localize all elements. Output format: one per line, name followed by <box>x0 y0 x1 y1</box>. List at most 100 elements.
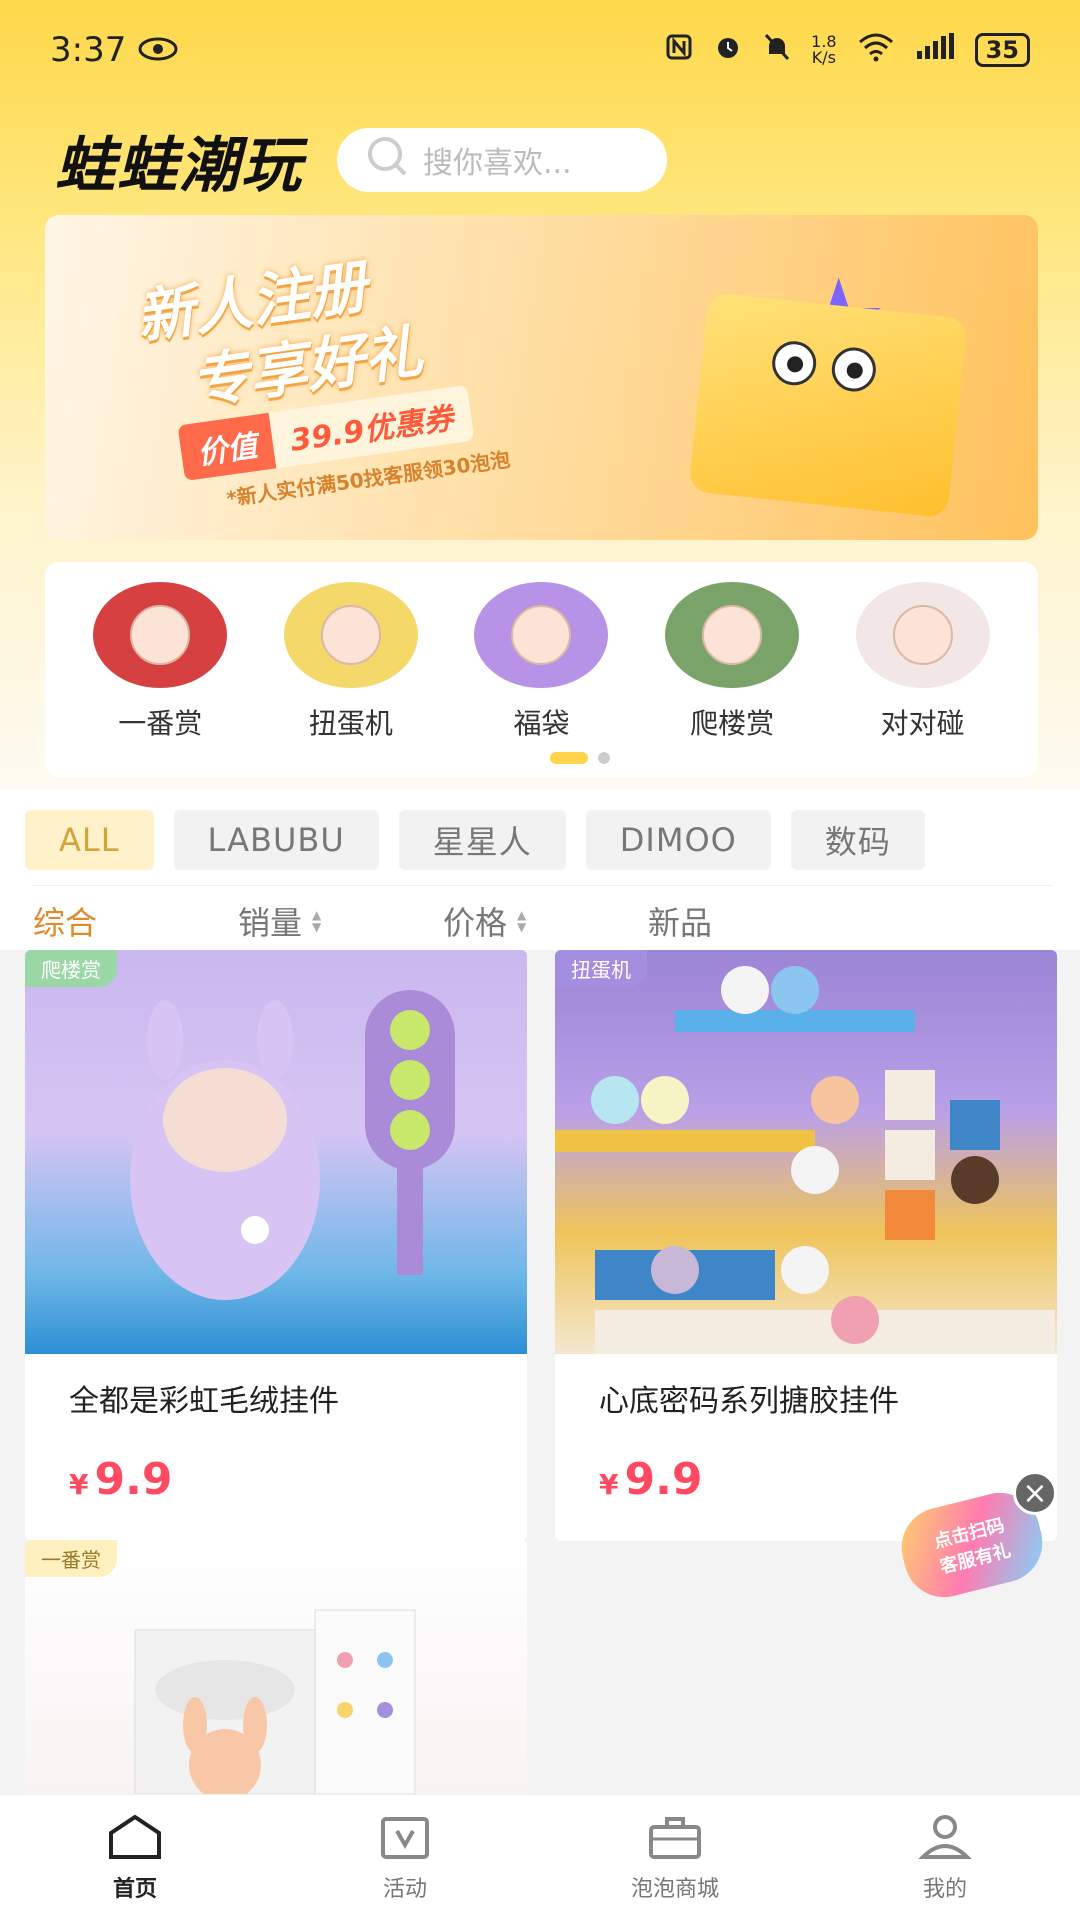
product-image: 一番赏 <box>25 1540 527 1794</box>
category-item[interactable]: 福袋 <box>461 582 621 742</box>
box-eye-left <box>770 339 819 388</box>
product-tag: 一番赏 <box>25 1540 117 1577</box>
calendar-icon <box>375 1813 435 1865</box>
sort-price[interactable]: 价格 ▲ ▼ <box>443 898 648 944</box>
filter-tag-row: ALL LABUBU 星星人 DIMOO 数码 <box>25 810 925 870</box>
status-bar: 3:37 1.8 K/s 35 <box>0 0 1080 100</box>
price-amount: 9.9 <box>94 1454 173 1505</box>
signal-icon <box>915 33 955 67</box>
mute-bell-icon <box>763 32 791 68</box>
figures-illustration <box>555 966 1055 1354</box>
category-item[interactable]: 对对碰 <box>843 582 1003 742</box>
sort-label: 价格 <box>443 904 508 942</box>
filter-tag-star[interactable]: 星星人 <box>398 810 566 870</box>
nav-label: 泡泡商城 <box>630 1876 719 1902</box>
coupon-label: 价值 <box>177 412 277 482</box>
filter-area: ALL LABUBU 星星人 DIMOO 数码 综合 销量 ▲ ▼ 价格 ▲ ▼ 新… <box>0 790 1080 950</box>
filter-tag-all[interactable]: ALL <box>25 810 154 870</box>
product-image: 爬楼赏 <box>25 950 527 1354</box>
category-item[interactable]: 爬楼赏 <box>652 582 812 742</box>
pager-dots <box>550 752 610 764</box>
category-label: 一番赏 <box>118 707 203 740</box>
nav-home[interactable]: 首页 <box>35 1813 235 1903</box>
nav-mall[interactable]: 泡泡商城 <box>575 1813 775 1903</box>
category-item[interactable]: 扭蛋机 <box>271 582 431 742</box>
network-speed-unit: K/s <box>811 48 836 67</box>
figure-face <box>511 605 572 665</box>
toy-box-illustration <box>134 1609 416 1794</box>
app-title: 蛙蛙潮玩 <box>55 130 303 201</box>
sort-sales[interactable]: 销量 ▲ ▼ <box>238 898 443 944</box>
figure-face <box>130 605 191 665</box>
battery-indicator: 35 <box>974 33 1030 67</box>
alarm-icon <box>713 32 743 68</box>
sort-comprehensive[interactable]: 综合 <box>33 898 238 944</box>
sort-row: 综合 销量 ▲ ▼ 价格 ▲ ▼ 新品 <box>33 885 1053 944</box>
category-avatar <box>474 582 609 688</box>
price-amount: 9.9 <box>624 1454 703 1505</box>
sort-label: 综合 <box>33 904 98 942</box>
category-card: 一番赏 扭蛋机 福袋 爬楼赏 对对碰 <box>45 562 1038 777</box>
category-item[interactable]: 一番赏 <box>80 582 240 742</box>
promo-banner[interactable]: 新人注册 专享好礼 价值 39.9优惠券 *新人实付满50找客服领30泡泡 ★ <box>45 215 1038 540</box>
product-name: 全都是彩虹毛绒挂件 <box>69 1384 339 1419</box>
pager-dot-active <box>550 752 588 764</box>
filter-tag-labubu[interactable]: LABUBU <box>173 810 379 870</box>
product-price: ¥ 9.9 <box>555 1432 1057 1505</box>
figure-face <box>892 605 953 665</box>
product-card[interactable]: 爬楼赏 全都是彩虹毛绒挂件 ¥ 9.9 <box>25 950 527 1541</box>
app-header: 蛙蛙潮玩 搜你喜欢... <box>0 105 1080 215</box>
category-label: 福袋 <box>513 707 570 740</box>
product-price: ¥ 9.9 <box>25 1432 527 1505</box>
category-label: 对对碰 <box>880 707 965 740</box>
nav-label: 我的 <box>922 1876 967 1902</box>
nav-activity[interactable]: 活动 <box>305 1813 505 1903</box>
search-icon <box>365 134 409 186</box>
category-list: 一番赏 扭蛋机 福袋 爬楼赏 对对碰 <box>45 562 1038 742</box>
sort-arrows-icon: ▲ ▼ <box>517 908 527 934</box>
pager-dot <box>598 752 610 764</box>
search-box[interactable]: 搜你喜欢... <box>337 128 667 192</box>
status-left: 3:37 <box>50 30 178 70</box>
eye-icon <box>138 30 178 70</box>
plush-illustration <box>130 990 455 1300</box>
status-right: 1.8 K/s 35 <box>665 32 1030 68</box>
category-avatar <box>665 582 800 688</box>
category-label: 扭蛋机 <box>308 707 393 740</box>
filter-tag-dimoo[interactable]: DIMOO <box>585 810 771 870</box>
nfc-icon <box>665 33 693 67</box>
product-card[interactable]: 扭蛋机 心底密码系列搪胶挂件 ¥ 9.9 <box>555 950 1057 1541</box>
close-icon[interactable]: × <box>1013 1471 1057 1515</box>
briefcase-icon <box>645 1813 705 1865</box>
price-currency: ¥ <box>69 1468 89 1501</box>
network-speed: 1.8 K/s <box>811 34 836 66</box>
category-avatar <box>283 582 418 688</box>
home-icon <box>105 1813 165 1865</box>
product-image: 扭蛋机 <box>555 950 1057 1354</box>
status-time: 3:37 <box>50 30 127 70</box>
user-icon <box>915 1813 975 1865</box>
figure-face <box>702 605 763 665</box>
product-tag: 扭蛋机 <box>555 950 647 987</box>
sort-label: 新品 <box>648 904 713 942</box>
figure-face <box>320 605 381 665</box>
box-eye-right <box>829 345 879 394</box>
search-placeholder: 搜你喜欢... <box>423 146 572 181</box>
nav-label: 活动 <box>382 1876 427 1902</box>
sort-arrows-icon: ▲ ▼ <box>312 908 322 934</box>
nav-label: 首页 <box>112 1876 157 1902</box>
nav-profile[interactable]: 我的 <box>845 1813 1045 1903</box>
gift-box-illustration <box>688 291 968 519</box>
bottom-nav: 首页 活动 泡泡商城 我的 <box>0 1794 1080 1920</box>
wifi-icon <box>857 32 895 68</box>
product-tag: 爬楼赏 <box>25 950 117 987</box>
category-avatar <box>93 582 228 688</box>
category-label: 爬楼赏 <box>690 707 775 740</box>
category-avatar <box>855 582 990 688</box>
filter-tag-digital[interactable]: 数码 <box>790 810 925 870</box>
sort-label: 销量 <box>238 904 303 942</box>
price-currency: ¥ <box>599 1468 619 1501</box>
sort-new[interactable]: 新品 <box>648 898 853 944</box>
product-name: 心底密码系列搪胶挂件 <box>599 1384 899 1419</box>
product-card[interactable]: 一番赏 <box>25 1540 527 1794</box>
